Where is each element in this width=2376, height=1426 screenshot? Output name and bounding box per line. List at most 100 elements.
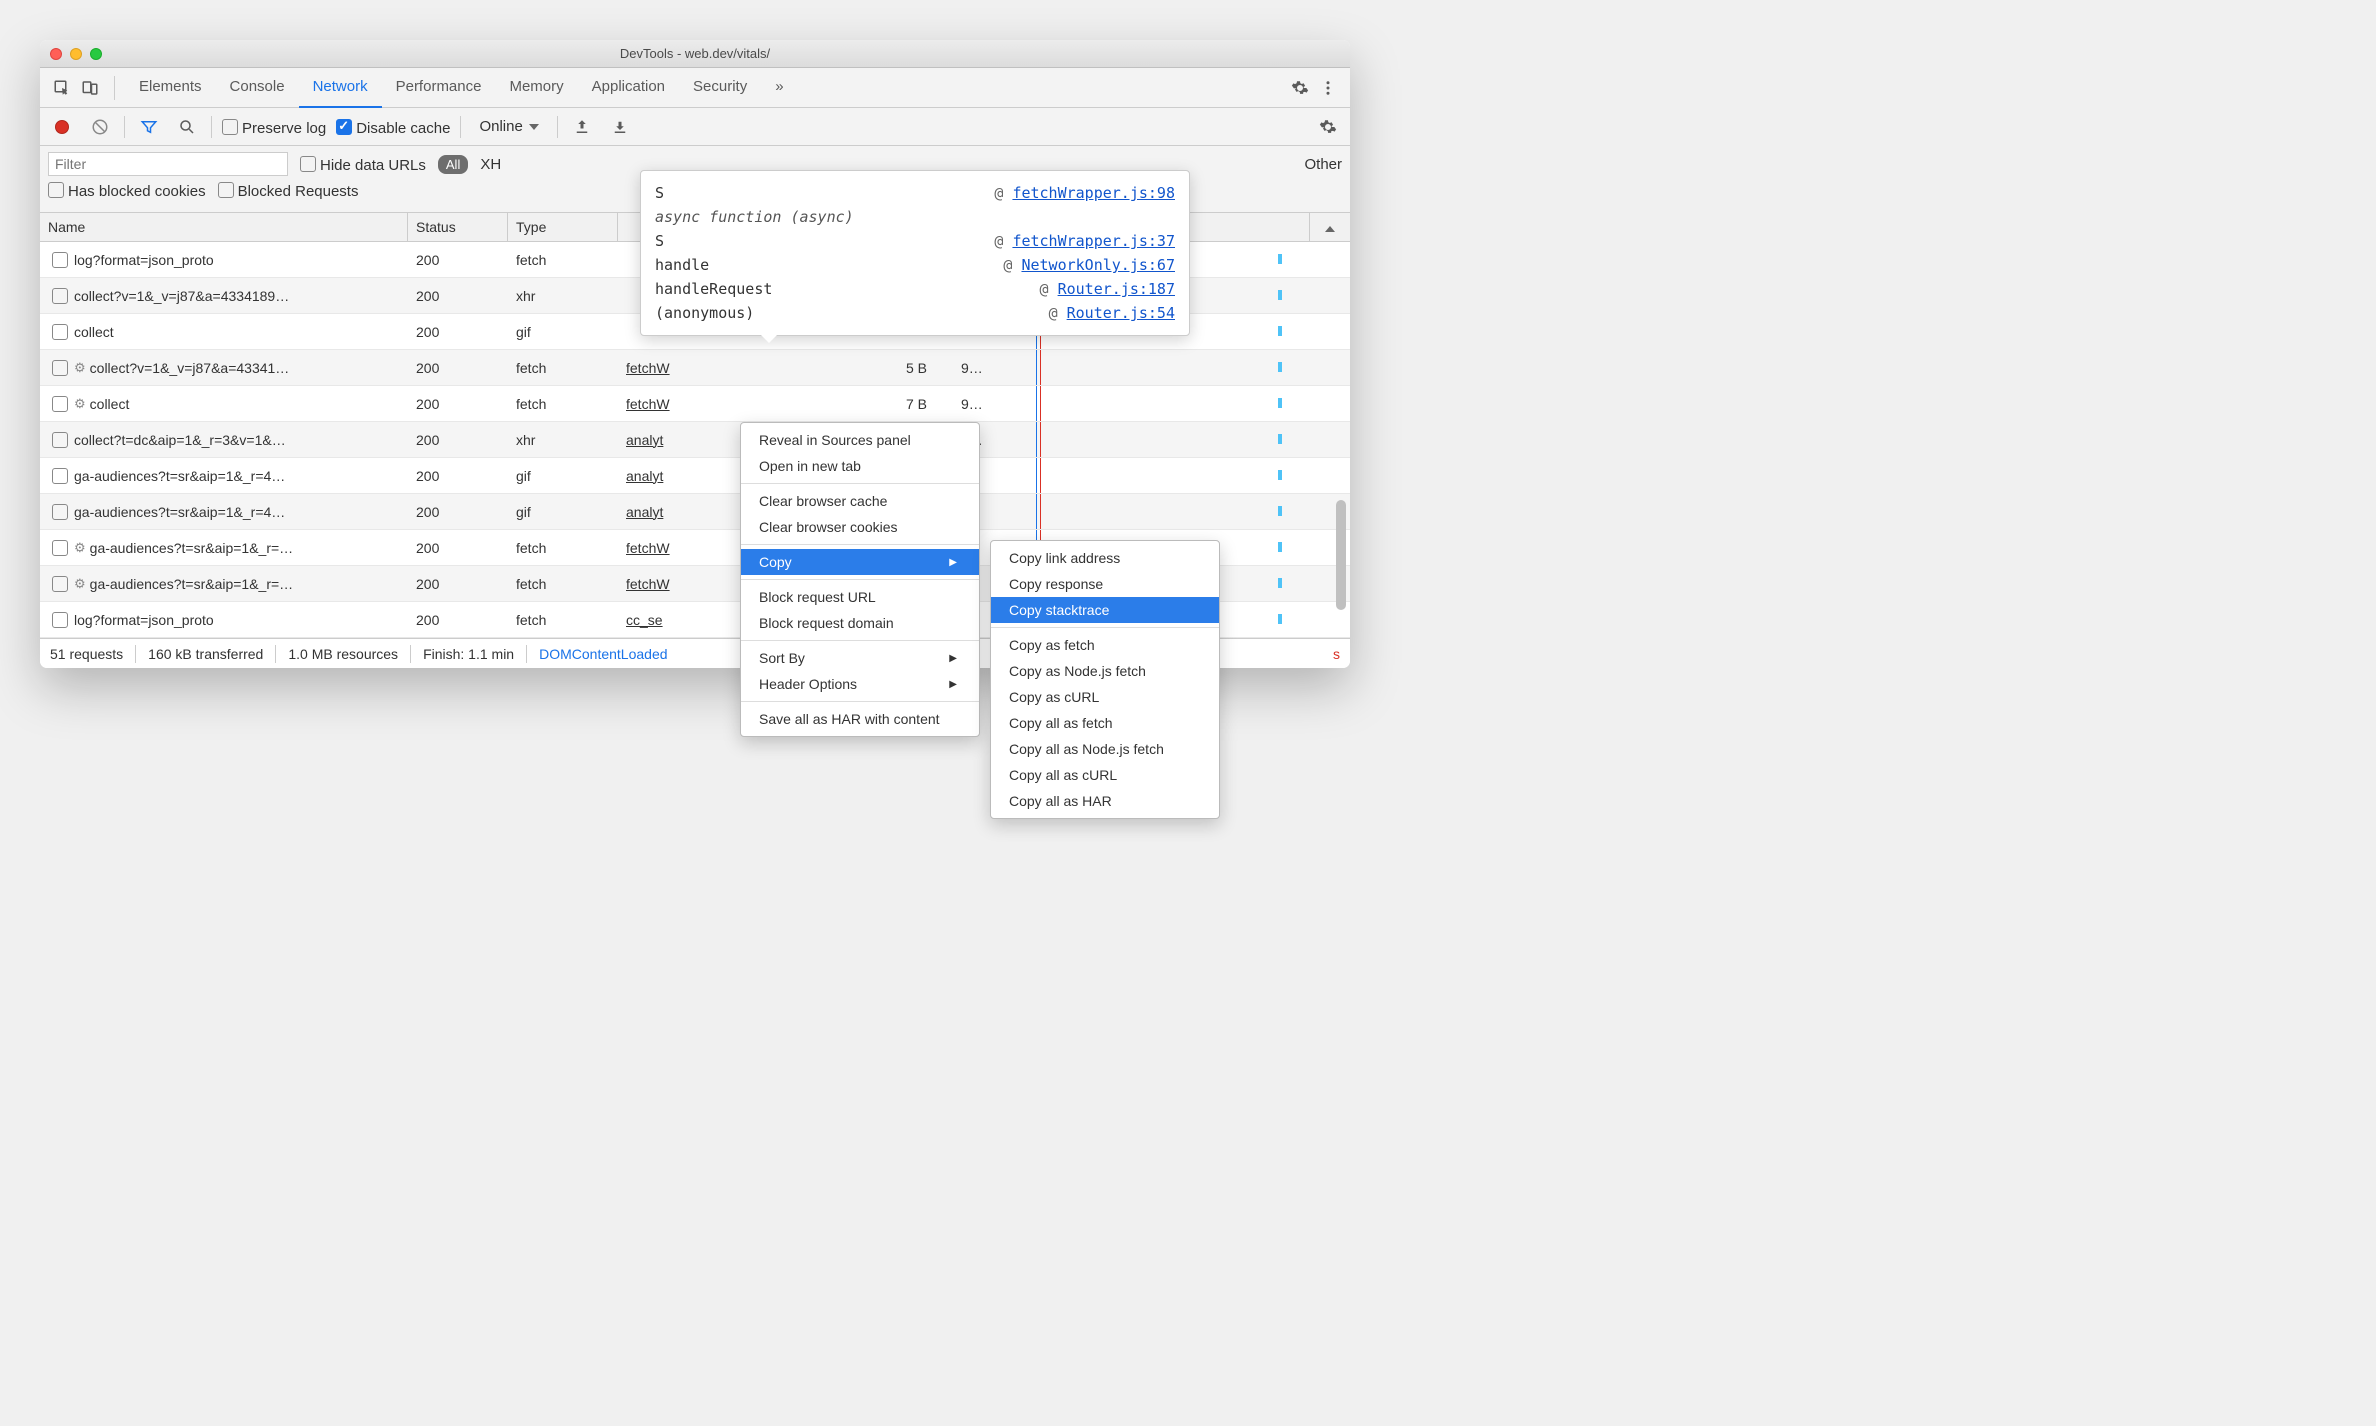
ctx-block-url[interactable]: Block request URL [741, 584, 979, 610]
has-blocked-cookies-checkbox[interactable]: Has blocked cookies [48, 180, 206, 200]
inspect-element-icon[interactable] [48, 74, 76, 102]
row-checkbox[interactable] [52, 504, 68, 520]
request-status: 200 [408, 288, 508, 304]
stacktrace-frame: S@ fetchWrapper.js:37 [655, 229, 1175, 253]
throttle-value: Online [479, 118, 522, 135]
ctx-copy-node-fetch[interactable]: Copy as Node.js fetch [991, 658, 1219, 684]
ctx-copy-all-har[interactable]: Copy all as HAR [991, 788, 1219, 814]
request-initiator[interactable]: fetchW [618, 360, 898, 376]
filter-funnel-icon[interactable] [135, 113, 163, 141]
disable-cache-checkbox[interactable]: Disable cache [336, 117, 450, 137]
row-checkbox[interactable] [52, 612, 68, 628]
context-menu: Reveal in Sources panel Open in new tab … [740, 422, 980, 737]
clear-icon[interactable] [86, 113, 114, 141]
filter-input[interactable] [48, 152, 288, 176]
column-sort[interactable] [1310, 213, 1350, 241]
table-row[interactable]: collect?t=dc&aip=1&_r=3&v=1&…200xhranaly… [40, 422, 1350, 458]
blocked-requests-checkbox[interactable]: Blocked Requests [218, 180, 359, 200]
preserve-log-checkbox[interactable]: Preserve log [222, 117, 326, 137]
table-row[interactable]: ⚙collect?v=1&_v=j87&a=43341… 200fetchfetc… [40, 350, 1350, 386]
column-type[interactable]: Type [508, 213, 618, 241]
request-size: 5 B [898, 360, 953, 376]
table-row[interactable]: ga-audiences?t=sr&aip=1&_r=4…200gifanaly… [40, 494, 1350, 530]
network-settings-gear-icon[interactable] [1314, 113, 1342, 141]
stacktrace-frame: S@ fetchWrapper.js:98 [655, 181, 1175, 205]
ctx-copy-curl[interactable]: Copy as cURL [991, 684, 1219, 710]
row-checkbox[interactable] [52, 288, 68, 304]
preserve-log-label: Preserve log [242, 120, 326, 137]
row-checkbox[interactable] [52, 252, 68, 268]
row-checkbox[interactable] [52, 468, 68, 484]
request-status: 200 [408, 252, 508, 268]
search-icon[interactable] [173, 113, 201, 141]
vertical-scrollbar[interactable] [1330, 300, 1348, 638]
frame-at: @ [994, 232, 1012, 250]
ctx-reveal-sources[interactable]: Reveal in Sources panel [741, 427, 979, 453]
filter-type-other[interactable]: Other [1304, 156, 1342, 173]
status-load: s [1333, 646, 1340, 662]
tab-security[interactable]: Security [679, 68, 761, 108]
tab-console[interactable]: Console [216, 68, 299, 108]
ctx-open-new-tab[interactable]: Open in new tab [741, 453, 979, 479]
settings-gear-icon[interactable] [1286, 74, 1314, 102]
request-initiator[interactable]: fetchW [618, 396, 898, 412]
blocked-requests-label: Blocked Requests [238, 183, 359, 200]
download-har-icon[interactable] [606, 113, 634, 141]
filter-type-all[interactable]: All [438, 155, 468, 174]
stacktrace-frame: handleRequest@ Router.js:187 [655, 277, 1175, 301]
request-status: 200 [408, 612, 508, 628]
ctx-copy-stacktrace[interactable]: Copy stacktrace [991, 597, 1219, 623]
network-toolbar: Preserve log Disable cache Online [40, 108, 1350, 146]
filter-type-xhr[interactable]: XH [480, 156, 501, 173]
frame-location-link[interactable]: Router.js:187 [1058, 280, 1175, 298]
ctx-block-domain[interactable]: Block request domain [741, 610, 979, 636]
ctx-save-har[interactable]: Save all as HAR with content [741, 706, 979, 732]
request-waterfall [1008, 494, 1310, 529]
table-row[interactable]: ⚙collect200fetchfetchW7 B9… [40, 386, 1350, 422]
row-checkbox[interactable] [52, 396, 68, 412]
request-waterfall [1008, 350, 1310, 385]
tab-application[interactable]: Application [578, 68, 679, 108]
ctx-copy-all-curl[interactable]: Copy all as cURL [991, 762, 1219, 788]
row-checkbox[interactable] [52, 324, 68, 340]
row-checkbox[interactable] [52, 432, 68, 448]
upload-har-icon[interactable] [568, 113, 596, 141]
ctx-clear-cookies[interactable]: Clear browser cookies [741, 514, 979, 540]
tab-elements[interactable]: Elements [125, 68, 216, 108]
device-toolbar-icon[interactable] [76, 74, 104, 102]
request-type: fetch [508, 360, 618, 376]
ctx-copy-link[interactable]: Copy link address [991, 545, 1219, 571]
throttle-select[interactable]: Online [471, 118, 546, 135]
column-status[interactable]: Status [408, 213, 508, 241]
hide-data-urls-checkbox[interactable]: Hide data URLs [300, 154, 426, 174]
row-checkbox[interactable] [52, 360, 68, 376]
frame-location-link[interactable]: NetworkOnly.js:67 [1021, 256, 1175, 274]
ctx-copy-response[interactable]: Copy response [991, 571, 1219, 597]
record-button[interactable] [48, 113, 76, 141]
ctx-copy-submenu[interactable]: Copy▶ [741, 549, 979, 575]
tabs-overflow[interactable]: » [761, 68, 797, 108]
request-status: 200 [408, 360, 508, 376]
frame-location-link[interactable]: fetchWrapper.js:98 [1012, 184, 1175, 202]
ctx-header-options[interactable]: Header Options▶ [741, 671, 979, 697]
row-checkbox[interactable] [52, 540, 68, 556]
tab-network[interactable]: Network [299, 68, 382, 108]
request-status: 200 [408, 324, 508, 340]
ctx-copy-all-node[interactable]: Copy all as Node.js fetch [991, 736, 1219, 762]
tab-performance[interactable]: Performance [382, 68, 496, 108]
scrollbar-thumb[interactable] [1336, 500, 1346, 610]
ctx-sort-by[interactable]: Sort By▶ [741, 645, 979, 671]
table-row[interactable]: ga-audiences?t=sr&aip=1&_r=4…200gifanaly… [40, 458, 1350, 494]
service-worker-gear-icon: ⚙ [74, 360, 86, 376]
tab-memory[interactable]: Memory [495, 68, 577, 108]
column-name[interactable]: Name [40, 213, 408, 241]
kebab-menu-icon[interactable] [1314, 74, 1342, 102]
frame-location-link[interactable]: Router.js:54 [1067, 304, 1175, 322]
submenu-arrow-icon: ▶ [949, 557, 957, 568]
request-name: collect?v=1&_v=j87&a=43341… [90, 360, 290, 376]
frame-location-link[interactable]: fetchWrapper.js:37 [1012, 232, 1175, 250]
row-checkbox[interactable] [52, 576, 68, 592]
ctx-copy-fetch[interactable]: Copy as fetch [991, 632, 1219, 658]
ctx-copy-all-fetch[interactable]: Copy all as fetch [991, 710, 1219, 736]
ctx-clear-cache[interactable]: Clear browser cache [741, 488, 979, 514]
